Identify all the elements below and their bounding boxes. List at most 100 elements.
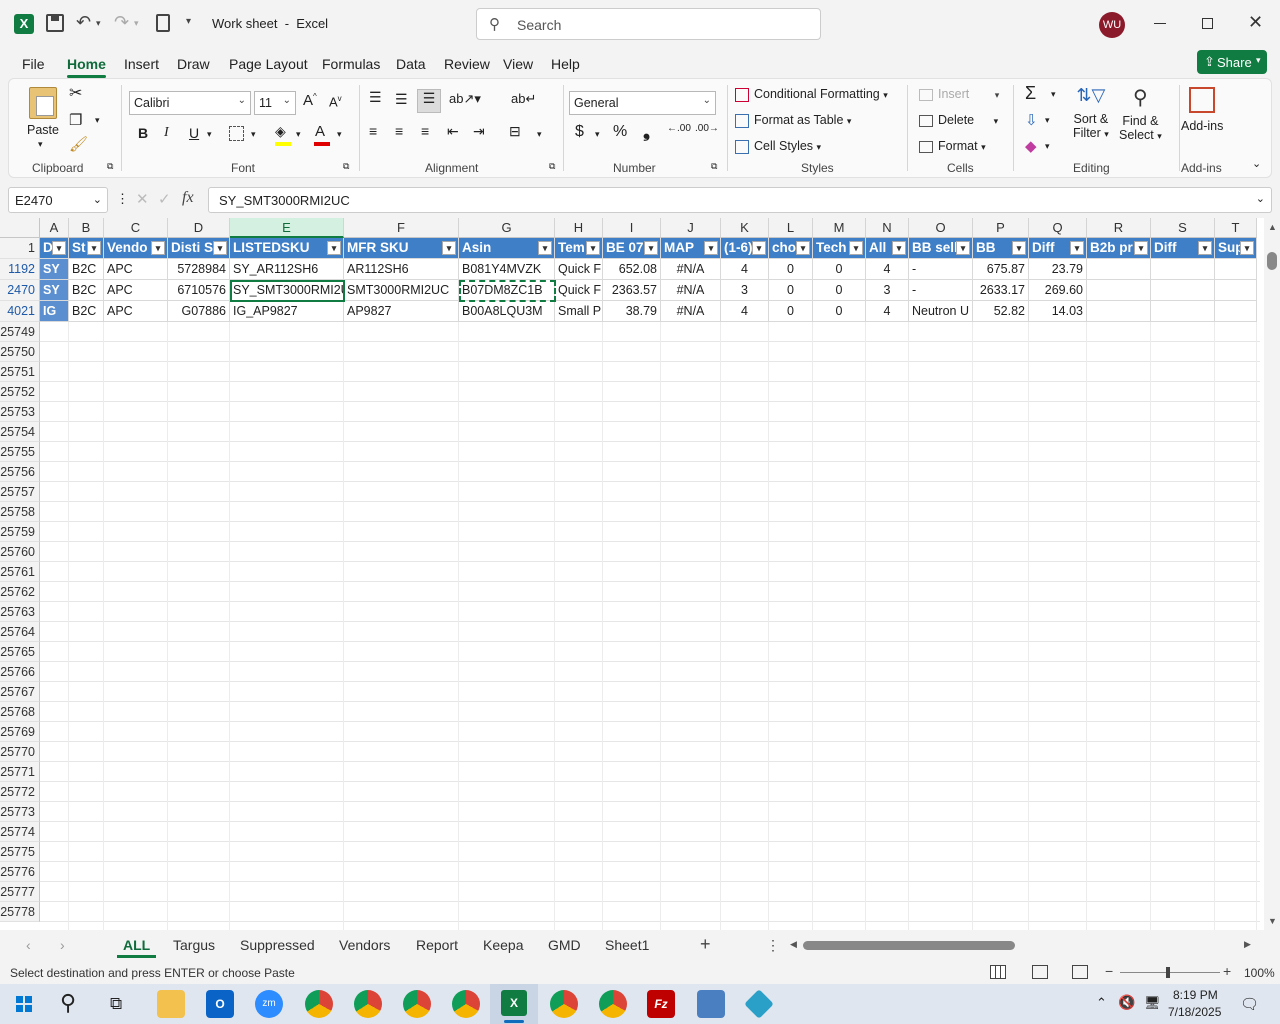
currency-icon[interactable]: $ — [575, 123, 584, 141]
column-header-t[interactable]: T — [1215, 218, 1257, 238]
row-header[interactable]: 25773 — [0, 802, 40, 822]
filter-dropdown-icon[interactable]: ▾ — [151, 241, 165, 255]
table-header-cell[interactable]: BE 07 ▾ — [603, 238, 661, 259]
row-header[interactable]: 25765 — [0, 642, 40, 662]
fill-icon[interactable]: ⇩ — [1025, 111, 1038, 129]
table-cell[interactable]: IG — [40, 301, 69, 322]
fill-color-icon[interactable]: ◈ — [275, 123, 291, 146]
restore-icon[interactable] — [1202, 18, 1213, 29]
table-header-cell[interactable]: Tem ▾ — [555, 238, 603, 259]
insert-cells-button[interactable]: Insert ▾ — [919, 87, 999, 101]
table-header-cell[interactable]: Sup ▾ — [1215, 238, 1257, 259]
horizontal-scrollbar[interactable] — [803, 941, 1015, 950]
table-cell[interactable]: AP9827 — [344, 301, 459, 322]
tab-file[interactable]: File — [22, 56, 45, 72]
clear-icon[interactable]: ◆ — [1025, 137, 1037, 155]
filter-dropdown-icon[interactable]: ▾ — [1198, 241, 1212, 255]
table-cell[interactable]: Neutron U — [909, 301, 973, 322]
table-header-cell[interactable]: Diff ▾ — [1029, 238, 1087, 259]
search-icon[interactable]: ⚲ — [60, 990, 76, 1016]
table-header-cell[interactable]: St ▾ — [69, 238, 104, 259]
tab-view[interactable]: View — [503, 56, 533, 72]
next-sheet-icon[interactable]: › — [60, 937, 65, 953]
table-header-cell[interactable]: MAP ▾ — [661, 238, 721, 259]
row-header[interactable]: 25769 — [0, 722, 40, 742]
minimize-icon[interactable] — [1154, 23, 1166, 24]
file-explorer-icon[interactable] — [157, 990, 185, 1018]
table-cell[interactable]: B07DM8ZC1B — [459, 280, 555, 301]
redo-dropdown-icon[interactable]: ▾ — [134, 18, 139, 29]
table-cell[interactable] — [1151, 259, 1215, 280]
share-button[interactable]: ⇪ Share ▾ — [1197, 50, 1267, 74]
table-cell[interactable]: SMT3000RMI2UC — [344, 280, 459, 301]
outlook-icon[interactable]: O — [206, 990, 234, 1018]
scroll-up-icon[interactable]: ▲ — [1268, 222, 1277, 232]
table-cell[interactable] — [1215, 280, 1257, 301]
prev-sheet-icon[interactable]: ‹ — [26, 937, 31, 953]
fill-dropdown-icon[interactable]: ▾ — [1045, 115, 1050, 126]
row-header[interactable]: 25753 — [0, 402, 40, 422]
table-cell[interactable]: 4 — [721, 259, 769, 280]
column-header-p[interactable]: P — [973, 218, 1029, 238]
filter-dropdown-icon[interactable]: ▾ — [586, 241, 600, 255]
row-header[interactable]: 25763 — [0, 602, 40, 622]
cancel-entry-icon[interactable]: ✕ — [136, 190, 149, 208]
find-select-button[interactable]: ⚲ Find & Select ▾ — [1119, 85, 1162, 142]
tab-help[interactable]: Help — [551, 56, 580, 72]
format-painter-icon[interactable]: 🖌 — [69, 135, 88, 153]
row-header[interactable]: 25749 — [0, 322, 40, 342]
alignment-launcher-icon[interactable]: ⧉ — [549, 161, 555, 172]
column-header-i[interactable]: I — [603, 218, 661, 238]
redo-icon[interactable]: ↷ — [114, 12, 129, 33]
align-left-icon[interactable]: ≡ — [369, 123, 377, 139]
zoom-out-icon[interactable]: − — [1105, 963, 1113, 979]
table-cell[interactable]: 4 — [866, 301, 909, 322]
table-header-cell[interactable]: Tech ▾ — [813, 238, 866, 259]
row-header[interactable]: 25754 — [0, 422, 40, 442]
table-header-cell[interactable]: Diff ▾ — [1151, 238, 1215, 259]
add-sheet-icon[interactable]: + — [700, 934, 711, 955]
number-launcher-icon[interactable]: ⧉ — [711, 161, 717, 172]
autosum-dropdown-icon[interactable]: ▾ — [1051, 89, 1056, 100]
tab-insert[interactable]: Insert — [124, 56, 159, 72]
column-header-r[interactable]: R — [1087, 218, 1151, 238]
borders-icon[interactable] — [229, 126, 244, 141]
table-cell[interactable]: APC — [104, 280, 168, 301]
table-header-cell[interactable]: All ▾ — [866, 238, 909, 259]
search-box[interactable]: ⚲ Search — [476, 8, 821, 40]
font-size-select[interactable]: 11 ⌄ — [254, 91, 296, 115]
wrap-text-icon[interactable]: ab↵ — [511, 91, 536, 107]
tab-page-layout[interactable]: Page Layout — [229, 56, 308, 72]
filter-dropdown-icon[interactable]: ▾ — [849, 241, 863, 255]
tab-data[interactable]: Data — [396, 56, 426, 72]
table-cell[interactable]: 2363.57 — [603, 280, 661, 301]
table-cell[interactable]: AR112SH6 — [344, 259, 459, 280]
column-header-l[interactable]: L — [769, 218, 813, 238]
sort-filter-button[interactable]: ⇅▽ Sort & Filter ▾ — [1073, 85, 1109, 140]
table-cell[interactable]: B081Y4MVZK — [459, 259, 555, 280]
percent-icon[interactable]: % — [613, 123, 627, 141]
bold-button[interactable]: B — [138, 125, 148, 141]
table-header-cell[interactable]: B2b pr ▾ — [1087, 238, 1151, 259]
filter-dropdown-icon[interactable]: ▾ — [704, 241, 718, 255]
copy-icon[interactable]: ❐ — [69, 111, 82, 129]
zoom-app-icon[interactable]: zm — [255, 990, 283, 1018]
table-cell[interactable]: 675.87 — [973, 259, 1029, 280]
cut-icon[interactable]: ✂ — [69, 83, 82, 103]
filter-dropdown-icon[interactable]: ▾ — [752, 241, 766, 255]
app-diamond-icon[interactable] — [744, 989, 774, 1019]
page-layout-view-icon[interactable] — [1032, 965, 1048, 979]
table-cell[interactable]: - — [909, 259, 973, 280]
table-cell[interactable] — [1087, 301, 1151, 322]
sheet-tab-targus[interactable]: Targus — [173, 937, 215, 953]
decrease-font-icon[interactable]: Av — [329, 94, 342, 109]
filter-dropdown-icon[interactable]: ▾ — [1070, 241, 1084, 255]
table-cell[interactable]: 0 — [769, 280, 813, 301]
table-cell[interactable]: 2633.17 — [973, 280, 1029, 301]
tab-draw[interactable]: Draw — [177, 56, 210, 72]
italic-button[interactable]: I — [164, 125, 169, 141]
row-header[interactable]: 25752 — [0, 382, 40, 402]
row-header[interactable]: 25778 — [0, 902, 40, 922]
column-header-f[interactable]: F — [344, 218, 459, 238]
clock-date[interactable]: 7/18/2025 — [1168, 1005, 1221, 1019]
